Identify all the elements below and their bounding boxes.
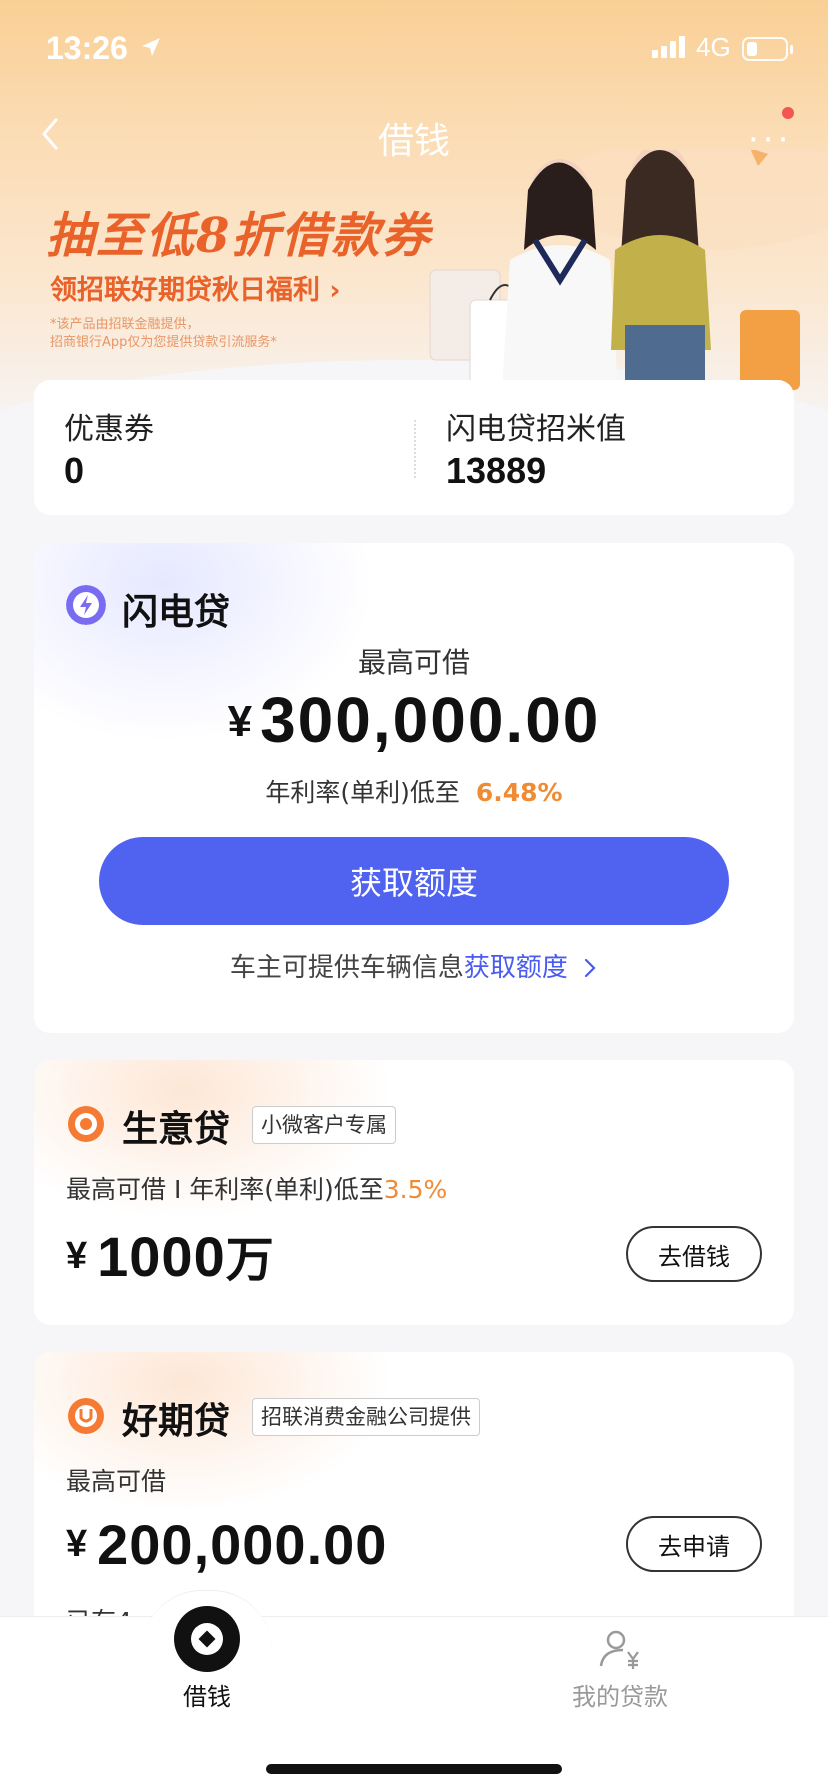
apply-button[interactable]: 去申请 (626, 1516, 762, 1572)
tab-borrow[interactable]: 借钱 (140, 1677, 274, 1712)
borrow-button[interactable]: 去借钱 (626, 1226, 762, 1282)
flash-rate-value: 6.48% (475, 778, 563, 807)
coupon-value[interactable]: 0 (64, 450, 84, 492)
business-sub-line: 最高可借 I 年利率(单利)低至3.5% (66, 1170, 447, 1206)
target-icon (68, 1106, 104, 1142)
notification-dot (782, 107, 794, 119)
car-info-text: 车主可提供车辆信息 (229, 953, 464, 983)
flash-rate-prefix: 年利率(单利)低至 (265, 778, 460, 807)
promo-illustration (410, 130, 828, 391)
flash-rate-line: 年利率(单利)低至 6.48% (34, 773, 794, 809)
flash-loan-name: 闪电贷 (122, 592, 231, 633)
currency-symbol: ¥ (227, 697, 253, 746)
flash-amount-value: 300,000.00 (260, 684, 601, 756)
status-time: 13:26 (46, 30, 128, 66)
promo-subtitle-link[interactable]: 领招联好期贷秋日福利 › (50, 268, 341, 307)
get-quota-button[interactable]: 获取额度 (99, 837, 729, 925)
my-loans-icon[interactable] (598, 1628, 642, 1672)
tab-my-loans[interactable]: 我的贷款 (550, 1677, 690, 1712)
business-amount-value: 1000 (97, 1225, 226, 1288)
business-loan-name: 生意贷 (122, 1109, 231, 1150)
haoqi-amount-value: 200,000.00 (97, 1513, 388, 1576)
signal-strength-icon (652, 36, 685, 58)
currency-symbol: ¥ (66, 1235, 88, 1277)
lightning-icon (66, 585, 106, 625)
home-indicator (266, 1764, 562, 1774)
business-rate-value: 3.5% (383, 1175, 448, 1204)
borrow-tab-icon[interactable] (174, 1606, 240, 1672)
haoqi-loan-name: 好期贷 (122, 1401, 231, 1442)
promo-note-line1: *该产品由招联金融提供， (50, 317, 200, 332)
business-amount: ¥1000万 (66, 1220, 274, 1290)
coupon-label[interactable]: 优惠券 (64, 404, 154, 448)
car-info-line[interactable]: 车主可提供车辆信息获取额度 (34, 947, 794, 984)
business-amount-unit: 万 (225, 1232, 274, 1288)
network-type: 4G (696, 32, 731, 62)
haoqi-loan-tag: 招联消费金融公司提供 (252, 1398, 480, 1436)
points-label[interactable]: 闪电贷招米值 (446, 404, 626, 448)
flash-max-label: 最高可借 (357, 646, 470, 679)
promo-note-line2: 招商银行App仅为您提供贷款引流服务* (50, 335, 277, 350)
currency-symbol: ¥ (66, 1523, 88, 1565)
promo-disclaimer: *该产品由招联金融提供， 招商银行App仅为您提供贷款引流服务* (50, 316, 350, 352)
stats-card: 优惠券 0 闪电贷招米值 13889 (34, 380, 794, 515)
page-title: 借钱 (377, 121, 450, 162)
location-arrow-icon (142, 38, 160, 56)
battery-cap (790, 45, 793, 54)
haoqi-amount: ¥200,000.00 (66, 1512, 387, 1577)
promo-title[interactable]: 抽至低8折借款券 (46, 196, 431, 266)
more-icon[interactable]: ··· (748, 120, 792, 160)
business-sub-prefix: 最高可借 I 年利率(单利)低至 (66, 1175, 384, 1204)
points-value[interactable]: 13889 (446, 450, 546, 492)
stats-divider (414, 420, 416, 478)
flash-loan-card: 闪电贷 最高可借 ¥300,000.00 年利率(单利)低至 6.48% 获取额… (34, 543, 794, 1033)
battery-icon (742, 37, 788, 61)
haoqi-max-label: 最高可借 (66, 1467, 167, 1496)
chevron-right-icon[interactable] (582, 957, 598, 979)
car-info-link[interactable]: 获取额度 (464, 953, 568, 983)
haoqi-logo-icon (68, 1398, 104, 1434)
business-loan-tag: 小微客户专属 (252, 1106, 396, 1144)
status-bar: 13:26 4G (0, 0, 828, 100)
business-loan-card: 生意贷 小微客户专属 最高可借 I 年利率(单利)低至3.5% ¥1000万 去… (34, 1060, 794, 1325)
flash-amount: ¥300,000.00 (34, 683, 794, 757)
